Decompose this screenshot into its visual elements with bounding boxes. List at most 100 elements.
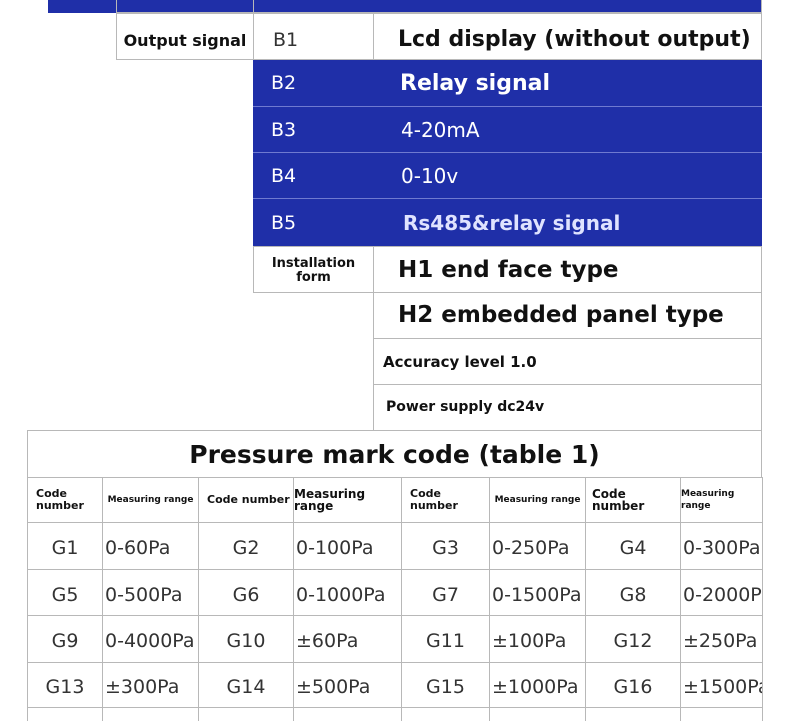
range-value: ±1500Pa: [683, 676, 763, 698]
range-value: 0-1000Pa: [296, 583, 386, 606]
table-row-code: G10: [198, 615, 294, 663]
table-row-code: G5: [27, 569, 103, 616]
pressure-table: Code number Measuring range Code number Mea…: [27, 477, 763, 721]
top-right-strip: [253, 0, 762, 13]
table-row-code: G7: [401, 569, 490, 616]
spec-desc-b5: Rs485&relay signal: [373, 198, 762, 246]
table-row-code: G12: [585, 615, 681, 663]
desc-b1-text: Lcd display (without output): [398, 27, 751, 52]
code-b4-text: B4: [271, 164, 297, 187]
code-value: G3: [432, 537, 459, 559]
output-signal-label: Output signal: [116, 13, 254, 60]
range-value: 0-250Pa: [492, 537, 570, 559]
table-row-code: G1: [27, 522, 103, 570]
range-value: ±300Pa: [105, 676, 180, 698]
installation-form-label: Installation form: [253, 246, 374, 293]
code-value: G7: [432, 583, 459, 606]
code-value: G13: [45, 676, 85, 698]
table-row-range: 0-1500Pa: [489, 569, 586, 616]
table-header-code: Code number: [27, 477, 103, 523]
code-b3-text: B3: [271, 118, 297, 141]
accuracy-level: Accuracy level 1.0: [373, 338, 762, 385]
code-b2-text: B2: [271, 72, 297, 94]
range-value: 0-2000Pa: [683, 583, 762, 606]
table-row-code: G15: [401, 662, 490, 708]
table-header-range: Measuring range: [680, 477, 763, 523]
pressure-table-title: Pressure mark code (table 1): [27, 430, 762, 478]
table-row-range: 0-250Pa: [489, 522, 586, 570]
power-supply: Power supply dc24v: [373, 384, 762, 431]
table-row-range: 0-2000Pa: [680, 569, 763, 616]
table-row-range: 0-300Pa: [680, 522, 763, 570]
table-row-range: ±100Pa: [489, 615, 586, 663]
range-value: 0-100Pa: [296, 537, 374, 559]
table-row-code: G14: [198, 662, 294, 708]
header-range-text: Measuring range: [107, 494, 194, 505]
range-value: 0-500Pa: [105, 583, 183, 606]
table-row-range: 0-100Pa: [293, 522, 402, 570]
desc-b3-text: 4-20mA: [401, 117, 480, 142]
table-header-range: Measuring range: [293, 477, 402, 523]
code-value: G9: [51, 630, 79, 652]
output-signal-text: Output signal: [123, 31, 247, 50]
accuracy-text: Accuracy level 1.0: [383, 352, 537, 371]
range-value: ±100Pa: [492, 630, 567, 652]
table-header-code: Code number: [198, 477, 294, 523]
range-value: ±500Pa: [296, 676, 371, 698]
power-text: Power supply dc24v: [386, 399, 545, 415]
table-row-range: ±500Pa: [293, 662, 402, 708]
table-header-range: Measuring range: [102, 477, 199, 523]
table-row-range: ±1000Pa: [489, 662, 586, 708]
code-value: G15: [426, 676, 465, 698]
desc-b5-text: Rs485&relay signal: [403, 210, 621, 235]
table-header-code: Code number: [401, 477, 490, 523]
code-value: G8: [619, 583, 647, 606]
table-row-code: G16: [585, 662, 681, 708]
code-value: G4: [619, 537, 647, 559]
table-row-range: ±250Pa: [680, 615, 763, 663]
header-range-text: Measuring range: [294, 486, 366, 513]
range-value: 0-1500Pa: [492, 583, 582, 606]
header-code-text: Code number: [36, 486, 84, 512]
install-label-line2: form: [296, 270, 331, 285]
table-row-code: G3: [401, 522, 490, 570]
range-value: 0-60Pa: [105, 537, 171, 559]
table-row-range: ±300Pa: [102, 662, 199, 708]
install-h2-text: H2 embedded panel type: [398, 302, 724, 328]
table-row-code: G11: [401, 615, 490, 663]
install-option-h2: H2 embedded panel type: [373, 292, 762, 339]
code-value: G16: [613, 676, 653, 698]
spec-desc-b2: Relay signal: [373, 60, 762, 106]
table-row-range: 0-500Pa: [102, 569, 199, 616]
header-code-text: Code number: [410, 486, 458, 512]
spec-code-b1: B1: [253, 13, 374, 60]
table-header-code: Code number: [585, 477, 681, 523]
range-value: 0-4000Pa: [105, 630, 195, 652]
spec-code-b4: B4: [253, 152, 374, 198]
spec-desc-b1: Lcd display (without output): [373, 13, 762, 60]
table-row-range: 0-60Pa: [102, 522, 199, 570]
range-value: ±1000Pa: [492, 676, 579, 698]
spec-code-b5: B5: [253, 198, 374, 246]
table-row-range: ±60Pa: [293, 615, 402, 663]
code-value: G1: [51, 537, 79, 559]
table-row-code: G13: [27, 662, 103, 708]
range-value: ±60Pa: [296, 630, 359, 652]
code-value: G11: [426, 630, 465, 652]
table-row-code: G2: [198, 522, 294, 570]
code-value: G10: [226, 630, 266, 652]
header-code-text: Code number: [592, 486, 645, 513]
pressure-title-text: Pressure mark code (table 1): [189, 439, 600, 469]
table-row-code: G6: [198, 569, 294, 616]
install-h1-text: H1 end face type: [398, 256, 619, 283]
table-row-range: 0-1000Pa: [293, 569, 402, 616]
spec-desc-b4: 0-10v: [373, 152, 762, 198]
header-range-text: Measuring range: [494, 494, 581, 505]
install-label-line1: Installation: [271, 256, 356, 271]
code-b5-text: B5: [271, 211, 297, 234]
range-value: 0-300Pa: [683, 537, 761, 559]
install-option-h1: H1 end face type: [373, 246, 762, 293]
header-code-text: Code number: [207, 492, 290, 506]
table-row-code: G9: [27, 615, 103, 663]
table-header-range: Measuring range: [489, 477, 586, 523]
